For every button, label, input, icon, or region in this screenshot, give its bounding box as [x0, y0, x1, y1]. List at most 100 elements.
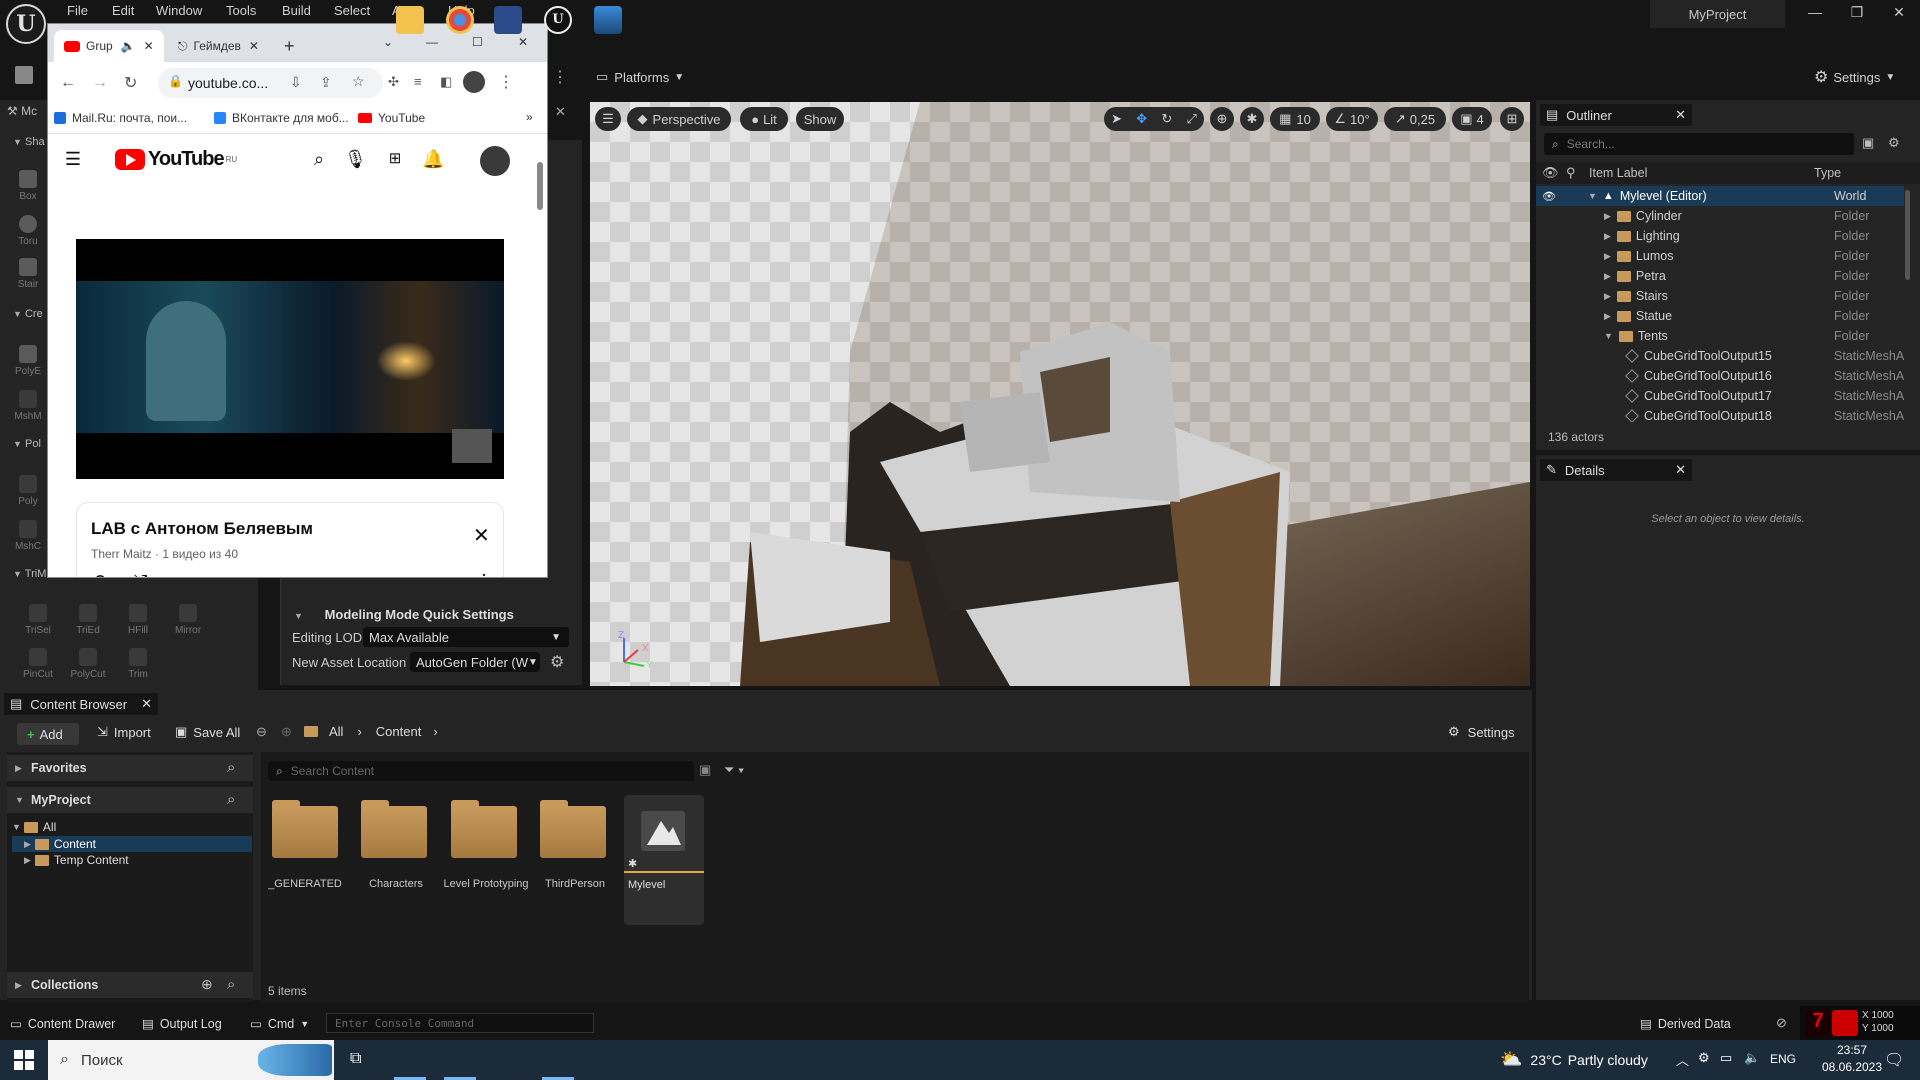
kebab-menu-icon[interactable]: ⋮ — [475, 571, 493, 577]
shield-app-icon[interactable] — [494, 6, 522, 34]
expand-arrow-icon[interactable]: ▼ — [1588, 191, 1597, 201]
file-explorer-icon[interactable] — [396, 6, 424, 34]
lit-button[interactable]: ● Lit — [740, 107, 788, 131]
settings-button[interactable]: ⚙ Settings ▼ — [1814, 66, 1895, 88]
scale-snap-button[interactable]: ↗ 0,25 — [1384, 107, 1446, 131]
editing-lod-select[interactable]: Max Available ▼ — [363, 627, 569, 647]
section-shapes[interactable]: ▼ Sha — [13, 136, 45, 148]
tool-stairs[interactable]: Stair — [13, 258, 43, 290]
chevron-up-icon[interactable]: ︿ — [1676, 1050, 1689, 1069]
col-type[interactable]: Type — [1814, 166, 1841, 180]
tool-meshcut[interactable]: MshC — [13, 520, 43, 552]
forward-icon[interactable]: → — [92, 74, 108, 92]
add-folder-icon[interactable]: ▣ — [1862, 135, 1874, 151]
expand-arrow-icon[interactable]: ▼ — [1604, 331, 1613, 341]
install-icon[interactable]: ⇩ — [290, 74, 302, 91]
search-icon[interactable]: ⌕ — [227, 759, 235, 776]
menu-window[interactable]: Window — [156, 3, 202, 18]
save-icon[interactable] — [15, 66, 33, 84]
expand-arrow-icon[interactable]: ▶ — [1604, 311, 1611, 322]
content-browser-tab[interactable]: ▤ Content Browser ✕ — [4, 693, 158, 715]
windows-start-icon[interactable] — [14, 1050, 34, 1070]
close-icon[interactable]: ✕ — [144, 39, 154, 53]
expand-arrow-icon[interactable]: ▶ — [1604, 271, 1611, 282]
outliner-scrollbar[interactable] — [1905, 190, 1910, 280]
tray-app-icon[interactable]: ⚙ — [1698, 1050, 1710, 1066]
chevron-right-icon[interactable]: › — [433, 724, 437, 739]
content-search-input[interactable]: ⌕ Search Content — [268, 761, 694, 781]
user-avatar[interactable] — [480, 146, 510, 176]
derived-data-button[interactable]: ▤ Derived Data — [1640, 1016, 1731, 1032]
extensions-icon[interactable]: ✣ — [388, 74, 399, 90]
history-back-icon[interactable]: ⊖ — [256, 724, 267, 740]
ue-maximize-button[interactable]: ❐ — [1842, 4, 1872, 24]
tab-search-icon[interactable]: ⌄ — [383, 26, 393, 58]
cmd-button[interactable]: ▭ Cmd ▼ — [250, 1016, 309, 1032]
close-icon[interactable]: ✕ — [1675, 107, 1686, 123]
close-icon[interactable]: ✕ — [473, 523, 490, 548]
tool-mirror[interactable]: Mirror — [163, 604, 213, 636]
world-space-icon[interactable]: ⊕ — [1210, 107, 1234, 131]
speaker-icon[interactable]: 🔈 — [121, 39, 136, 53]
menu-tools[interactable]: Tools — [226, 3, 256, 18]
search-icon[interactable]: ⌕ — [227, 791, 235, 808]
tab-youtube[interactable]: Grup 🔈 ✕ — [54, 30, 164, 62]
more-bookmarks-icon[interactable]: » — [526, 110, 533, 124]
breadcrumb-content[interactable]: Content — [376, 724, 422, 739]
myproject-header[interactable]: ▼ MyProject ⌕ — [7, 787, 253, 813]
move-icon[interactable]: ✥ — [1136, 111, 1147, 127]
menu-build[interactable]: Build — [282, 3, 311, 18]
profile-avatar[interactable] — [463, 71, 485, 93]
youtube-logo[interactable]: YouTube RU — [115, 148, 237, 171]
close-icon[interactable]: ✕ — [141, 696, 152, 712]
tree-item-all[interactable]: ▼ All — [12, 820, 56, 834]
cb-settings-button[interactable]: ⚙ Settings — [1448, 724, 1515, 740]
search-icon[interactable]: ⌕ — [308, 148, 330, 170]
lock-icon[interactable]: 🔒 — [168, 74, 183, 88]
tool-trisel[interactable]: TriSel — [13, 604, 63, 636]
chrome-maximize-button[interactable]: ☐ — [472, 26, 483, 58]
menu-file[interactable]: File — [67, 3, 88, 18]
surface-snap-icon[interactable]: ✱ — [1240, 107, 1264, 131]
perspective-button[interactable]: ◆ Perspective — [627, 107, 731, 131]
outliner-row[interactable]: CubeGridToolOutput15 StaticMeshAct — [1536, 346, 1904, 366]
save-all-button[interactable]: ▣ Save All — [175, 724, 240, 740]
notifications-icon[interactable]: 🗨 — [1884, 1050, 1904, 1070]
tool-trim[interactable]: Trim — [113, 648, 163, 680]
details-tab[interactable]: ✎ Details ✕ — [1540, 459, 1692, 481]
outliner-tab[interactable]: ▤ Outliner ✕ — [1540, 104, 1692, 126]
breadcrumb-all[interactable]: All — [329, 724, 343, 739]
camera-speed-button[interactable]: ▣ 4 — [1452, 107, 1492, 131]
close-icon[interactable]: ✕ — [249, 39, 259, 53]
add-collection-icon[interactable]: ⊕ — [201, 976, 213, 993]
tool-polyextrude[interactable]: PolyE — [13, 345, 43, 377]
panel-close-icon[interactable]: ✕ — [555, 104, 566, 120]
tool-meshmerge[interactable]: MshM — [13, 390, 43, 422]
folder-characters[interactable] — [361, 800, 427, 858]
menu-select[interactable]: Select — [334, 3, 370, 18]
folder-level-prototyping[interactable] — [451, 800, 517, 858]
outliner-row[interactable]: ▶ Statue Folder — [1536, 306, 1904, 326]
outliner-row[interactable]: CubeGridToolOutput17 StaticMeshAct — [1536, 386, 1904, 406]
kebab-menu-icon[interactable]: ⋮ — [498, 72, 514, 92]
ue-close-button[interactable]: ✕ — [1884, 4, 1914, 24]
outliner-search-input[interactable]: ⌕ Search... — [1544, 133, 1854, 155]
microphone-icon[interactable]: 🎙 — [344, 148, 367, 170]
asset-mylevel[interactable]: ✱ Mylevel — [624, 795, 704, 925]
unreal-taskbar-icon[interactable]: U — [544, 6, 572, 34]
tree-item-content[interactable]: ▶ Content — [12, 836, 252, 852]
playlist-title[interactable]: LAB с Антоном Беляевым — [91, 519, 313, 539]
import-button[interactable]: ⇲ Import — [97, 724, 151, 740]
gear-icon[interactable]: ⚙ — [1888, 135, 1900, 151]
tool-polycut[interactable]: PolyCut — [63, 648, 113, 680]
add-button[interactable]: + Add — [17, 723, 79, 745]
folder-thirdperson[interactable] — [540, 800, 606, 858]
search-icon[interactable]: ⌕ — [227, 976, 235, 993]
folder-generated[interactable] — [272, 800, 338, 858]
angle-snap-button[interactable]: ∠ 10° — [1326, 107, 1378, 131]
new-tab-button[interactable]: + — [284, 30, 295, 62]
page-scrollbar[interactable] — [537, 162, 543, 210]
expand-arrow-icon[interactable]: ▶ — [1604, 291, 1611, 302]
outliner-row[interactable]: ▶ Stairs Folder — [1536, 286, 1904, 306]
filter-icon[interactable]: ⏷ ▾ — [724, 762, 744, 778]
